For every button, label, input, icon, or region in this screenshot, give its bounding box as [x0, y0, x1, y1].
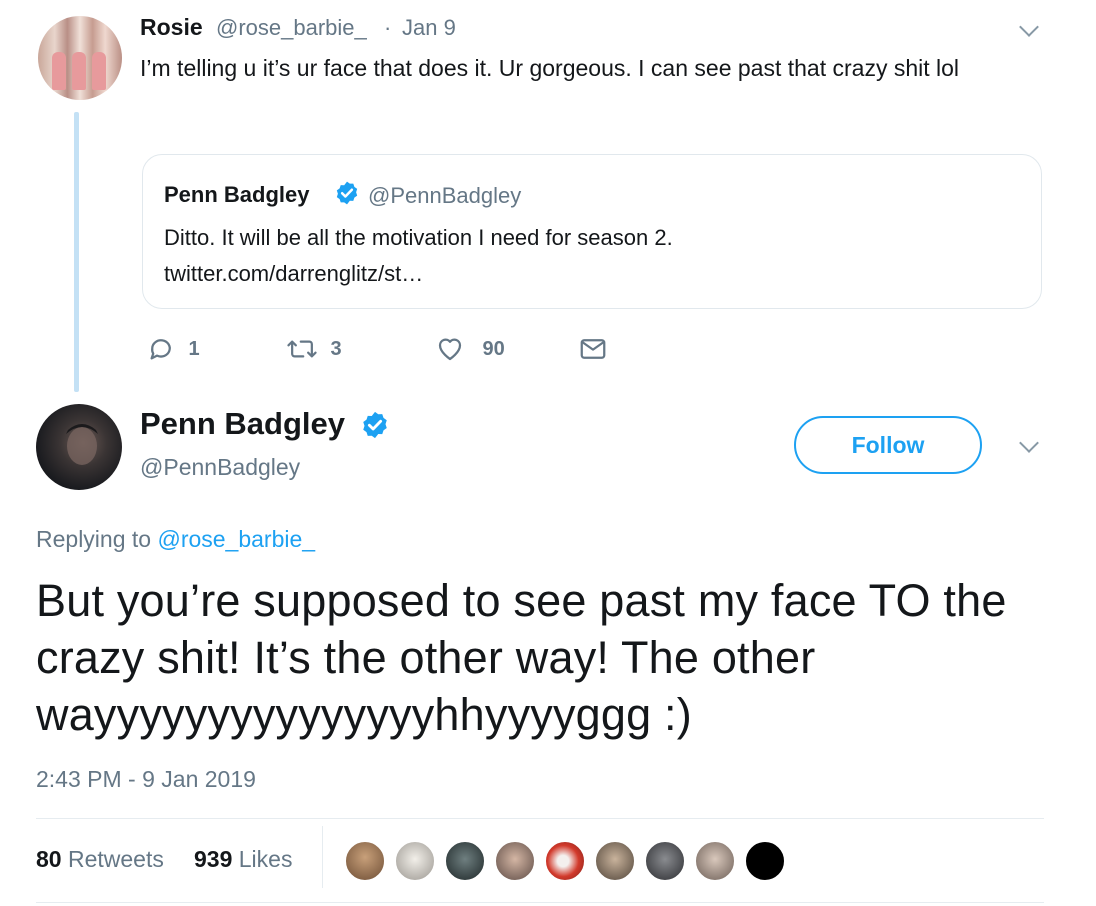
stats-separator — [322, 826, 323, 888]
tweet-timestamp[interactable]: 2:43 PM - 9 Jan 2019 — [36, 766, 256, 793]
liker-avatar[interactable] — [594, 840, 636, 882]
quoted-author-handle: @PennBadgley — [368, 183, 522, 208]
quoted-tweet-text: Ditto. It will be all the motivation I n… — [164, 220, 673, 292]
rosie-author-handle[interactable]: @rose_barbie_ — [216, 15, 367, 41]
like-count: 90 — [482, 337, 505, 360]
penn-author-name[interactable]: Penn Badgley — [140, 406, 345, 442]
thread-connector-line — [74, 112, 79, 392]
likes-label: Likes — [238, 846, 293, 872]
face-portrait-icon — [66, 424, 98, 465]
follow-button[interactable]: Follow — [794, 416, 982, 474]
penn-author-handle[interactable]: @PennBadgley — [140, 454, 300, 481]
liker-avatar[interactable] — [394, 840, 436, 882]
retweets-count: 80 — [36, 846, 62, 872]
liker-avatar[interactable] — [644, 840, 686, 882]
reply-count: 1 — [188, 337, 200, 360]
chevron-down-icon[interactable] — [1019, 17, 1039, 37]
date-separator: · — [384, 15, 392, 40]
liker-avatar[interactable] — [344, 840, 386, 882]
reply-icon — [150, 339, 171, 360]
retweets-label: Retweets — [67, 846, 164, 872]
dm-icon — [580, 339, 606, 359]
like-action[interactable]: 90 — [434, 334, 505, 366]
liker-avatar[interactable] — [544, 840, 586, 882]
retweet-action[interactable]: 3 — [286, 334, 342, 366]
reply-action[interactable]: 1 — [146, 334, 200, 366]
like-icon — [438, 338, 462, 361]
divider — [36, 902, 1044, 903]
rosie-tweet-date[interactable]: Jan 9 — [402, 15, 456, 41]
quoted-text-line: Ditto. It will be all the motivation I n… — [164, 225, 673, 250]
liker-avatar[interactable] — [744, 840, 786, 882]
replying-prefix: Replying to — [36, 526, 152, 552]
main-tweet-text: But you’re supposed to see past my face … — [36, 575, 1007, 740]
retweet-count: 3 — [330, 337, 342, 360]
verified-icon — [363, 411, 387, 439]
retweets-stat[interactable]: 80 Retweets — [36, 846, 164, 873]
replying-to-handle[interactable]: @rose_barbie_ — [157, 526, 315, 552]
dm-action[interactable] — [578, 334, 608, 366]
liker-avatar[interactable] — [694, 840, 736, 882]
verified-icon — [336, 181, 358, 205]
replying-to: Replying to @rose_barbie_ — [36, 526, 315, 553]
chevron-down-icon[interactable] — [1019, 433, 1039, 453]
liker-avatar[interactable] — [444, 840, 486, 882]
retweet-icon — [287, 340, 317, 358]
penn-avatar[interactable] — [36, 404, 122, 490]
rosie-author-name[interactable]: Rosie — [140, 14, 203, 41]
liker-avatar[interactable] — [494, 840, 536, 882]
divider — [36, 818, 1044, 819]
quoted-link[interactable]: twitter.com/darrenglitz/st… — [164, 256, 673, 292]
quoted-author-name: Penn Badgley — [164, 182, 310, 207]
rosie-tweet-text: I’m telling u it’s ur face that does it.… — [140, 55, 960, 81]
rosie-avatar[interactable] — [38, 16, 122, 100]
likes-stat[interactable]: 939 Likes — [194, 846, 292, 873]
likes-count: 939 — [194, 846, 233, 872]
